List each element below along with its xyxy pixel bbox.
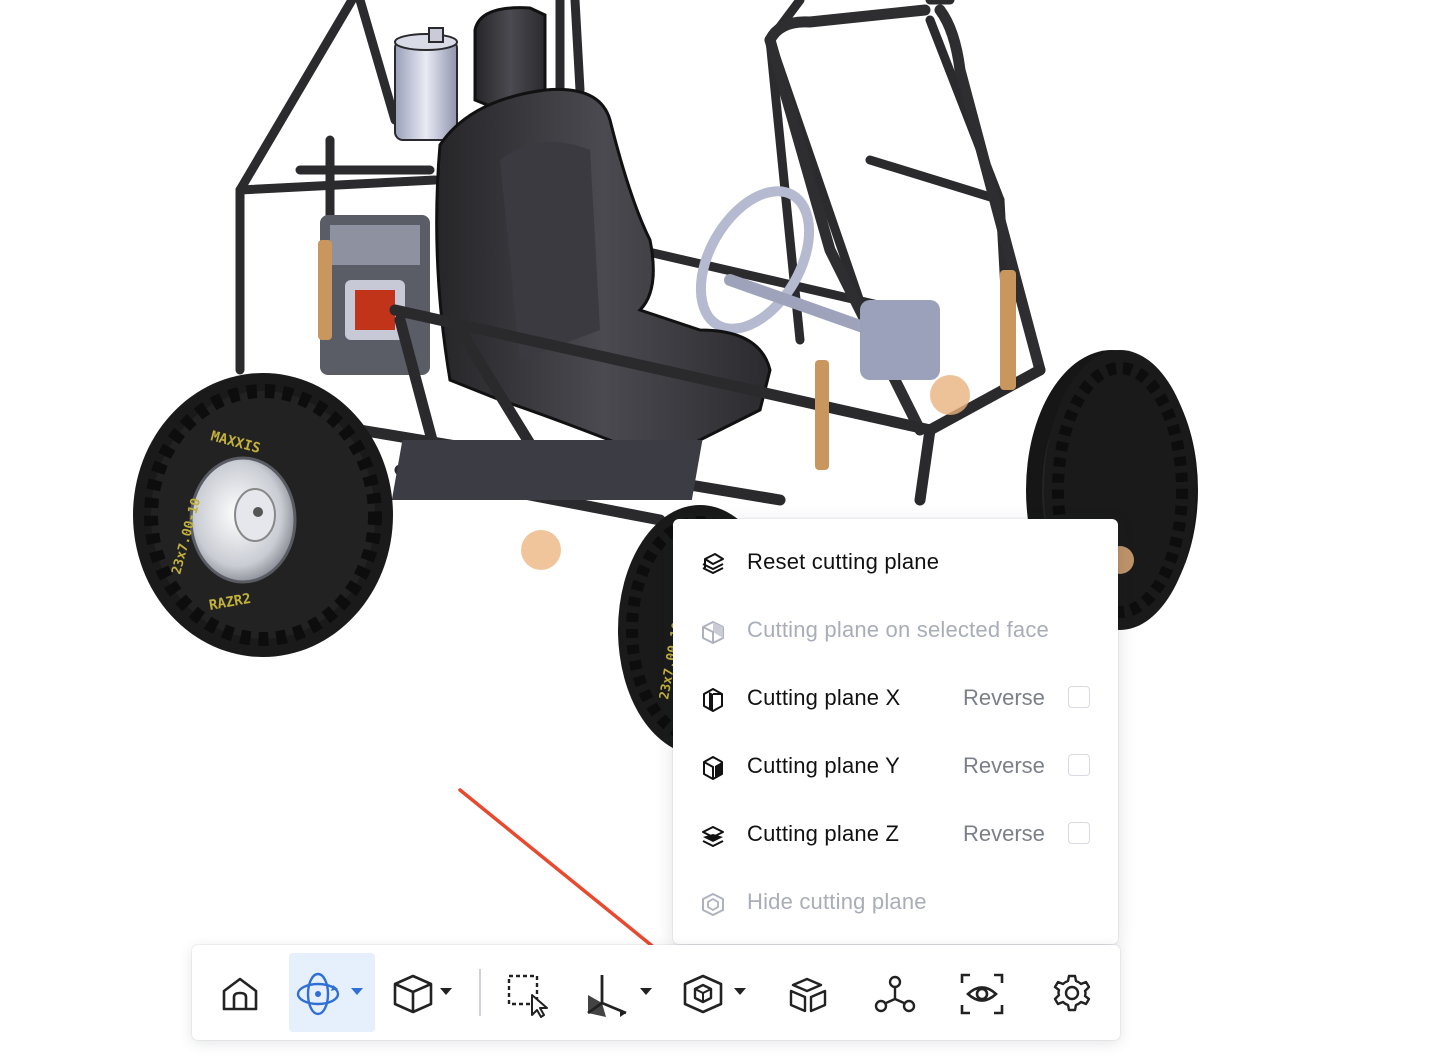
- pick-marker: [521, 530, 561, 570]
- cutting-plane-y-icon: [703, 756, 723, 780]
- floor-pan: [391, 440, 703, 500]
- cube-icon: [393, 974, 433, 1014]
- axes-icon: [587, 975, 627, 1017]
- box-select-button[interactable]: [498, 953, 562, 1032]
- menu-item-cutting-plane-x[interactable]: Cutting plane X Reverse: [673, 664, 1118, 732]
- hide-cutting-plane-icon: [702, 893, 724, 916]
- reverse-label: Reverse: [963, 685, 1045, 710]
- reverse-y-checkbox[interactable]: [1068, 754, 1090, 776]
- settings-button[interactable]: [1038, 953, 1104, 1032]
- cutting-plane-menu: Reset cutting plane Cutting plane on sel…: [673, 519, 1118, 944]
- cutting-plane-x-icon: [703, 688, 723, 712]
- menu-item-label: Hide cutting plane: [747, 889, 927, 914]
- menu-item-cutting-plane-y[interactable]: Cutting plane Y Reverse: [673, 732, 1118, 800]
- chevron-down-icon[interactable]: [640, 988, 652, 996]
- menu-item-hide-cutting-plane[interactable]: Hide cutting plane: [673, 868, 1118, 936]
- explode-icon: [789, 977, 827, 1013]
- section-button[interactable]: [674, 953, 754, 1032]
- menu-item-label: Cutting plane Z: [747, 821, 900, 846]
- menu-item-reset-cutting-plane[interactable]: Reset cutting plane: [673, 528, 1118, 596]
- reverse-z-checkbox[interactable]: [1068, 822, 1090, 844]
- section-cube-icon: [683, 974, 723, 1014]
- viewer-toolbar: [192, 945, 1120, 1040]
- chevron-down-icon[interactable]: [440, 988, 452, 996]
- menu-item-label: Reset cutting plane: [747, 549, 940, 574]
- model-tree-button[interactable]: [862, 953, 928, 1032]
- visibility-button[interactable]: [948, 953, 1018, 1032]
- box-select-icon: [507, 974, 548, 1018]
- reverse-label: Reverse: [963, 753, 1045, 778]
- gear-icon: [1053, 974, 1091, 1012]
- reset-cutting-plane-icon: [702, 553, 724, 574]
- home-icon: [222, 977, 258, 1011]
- menu-item-label: Cutting plane on selected face: [747, 617, 1049, 642]
- menu-item-label: Cutting plane X: [747, 685, 901, 710]
- cutting-plane-face-icon: [702, 621, 724, 644]
- orbit-icon: [296, 972, 340, 1016]
- eye-icon: [960, 973, 1004, 1015]
- tree-icon: [874, 975, 916, 1013]
- menu-item-cutting-plane-selected-face[interactable]: Cutting plane on selected face: [673, 596, 1118, 664]
- fuel-tank: [394, 27, 458, 141]
- menu-item-cutting-plane-z[interactable]: Cutting plane Z Reverse: [673, 800, 1118, 868]
- home-button[interactable]: [204, 953, 276, 1032]
- menu-item-label: Cutting plane Y: [747, 753, 901, 778]
- chevron-down-icon[interactable]: [734, 988, 746, 996]
- chevron-down-icon[interactable]: [351, 988, 363, 996]
- orbit-button[interactable]: [289, 953, 375, 1032]
- measure-button[interactable]: [578, 953, 658, 1032]
- view-cube-button[interactable]: [384, 953, 464, 1032]
- cutting-plane-z-icon: [702, 826, 724, 847]
- explode-button[interactable]: [776, 953, 840, 1032]
- reverse-label: Reverse: [963, 821, 1045, 846]
- reverse-x-checkbox[interactable]: [1068, 686, 1090, 708]
- rear-left-wheel: MAXXIS RAZR2 23x7.00-10: [133, 373, 393, 657]
- toolbar-divider: [479, 969, 481, 1016]
